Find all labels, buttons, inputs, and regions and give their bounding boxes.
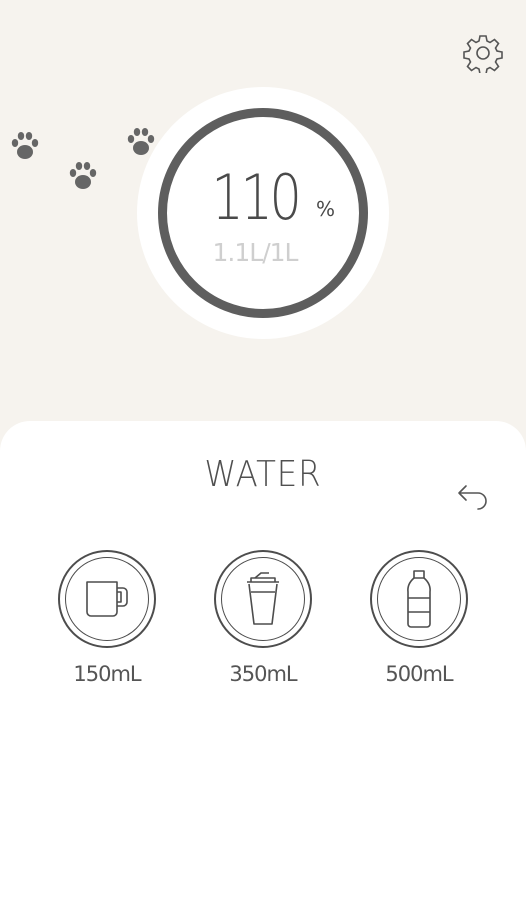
paw-print-icon: [11, 132, 39, 159]
option-label: 150mL: [73, 662, 141, 686]
add-350ml-button[interactable]: 350mL: [213, 550, 313, 686]
cup-icon: [247, 572, 279, 625]
option-inner-circle: [221, 557, 305, 641]
option-label: 350mL: [229, 662, 297, 686]
paw-print-icon: [69, 162, 97, 189]
progress-percent: 110: [211, 161, 301, 234]
option-inner-circle: [377, 557, 461, 641]
settings-button[interactable]: [462, 32, 504, 74]
option-circle: [370, 550, 468, 648]
undo-arrow-icon: [458, 485, 487, 510]
add-500ml-button[interactable]: 500mL: [369, 550, 469, 686]
bottle-icon: [407, 570, 431, 628]
option-circle: [214, 550, 312, 648]
undo-button[interactable]: [452, 478, 492, 514]
volume-progress: 1.1L/1L: [212, 238, 299, 267]
gear-icon: [463, 35, 503, 73]
add-150ml-button[interactable]: 150mL: [57, 550, 157, 686]
drink-type-title: WATER: [204, 454, 322, 495]
percent-sign: %: [316, 197, 336, 221]
option-label: 500mL: [385, 662, 453, 686]
mug-icon: [86, 581, 128, 617]
option-inner-circle: [65, 557, 149, 641]
option-circle: [58, 550, 156, 648]
app-screen: 110 % 1.1L/1L WATER 150mL 350mL 500mL: [0, 0, 526, 900]
